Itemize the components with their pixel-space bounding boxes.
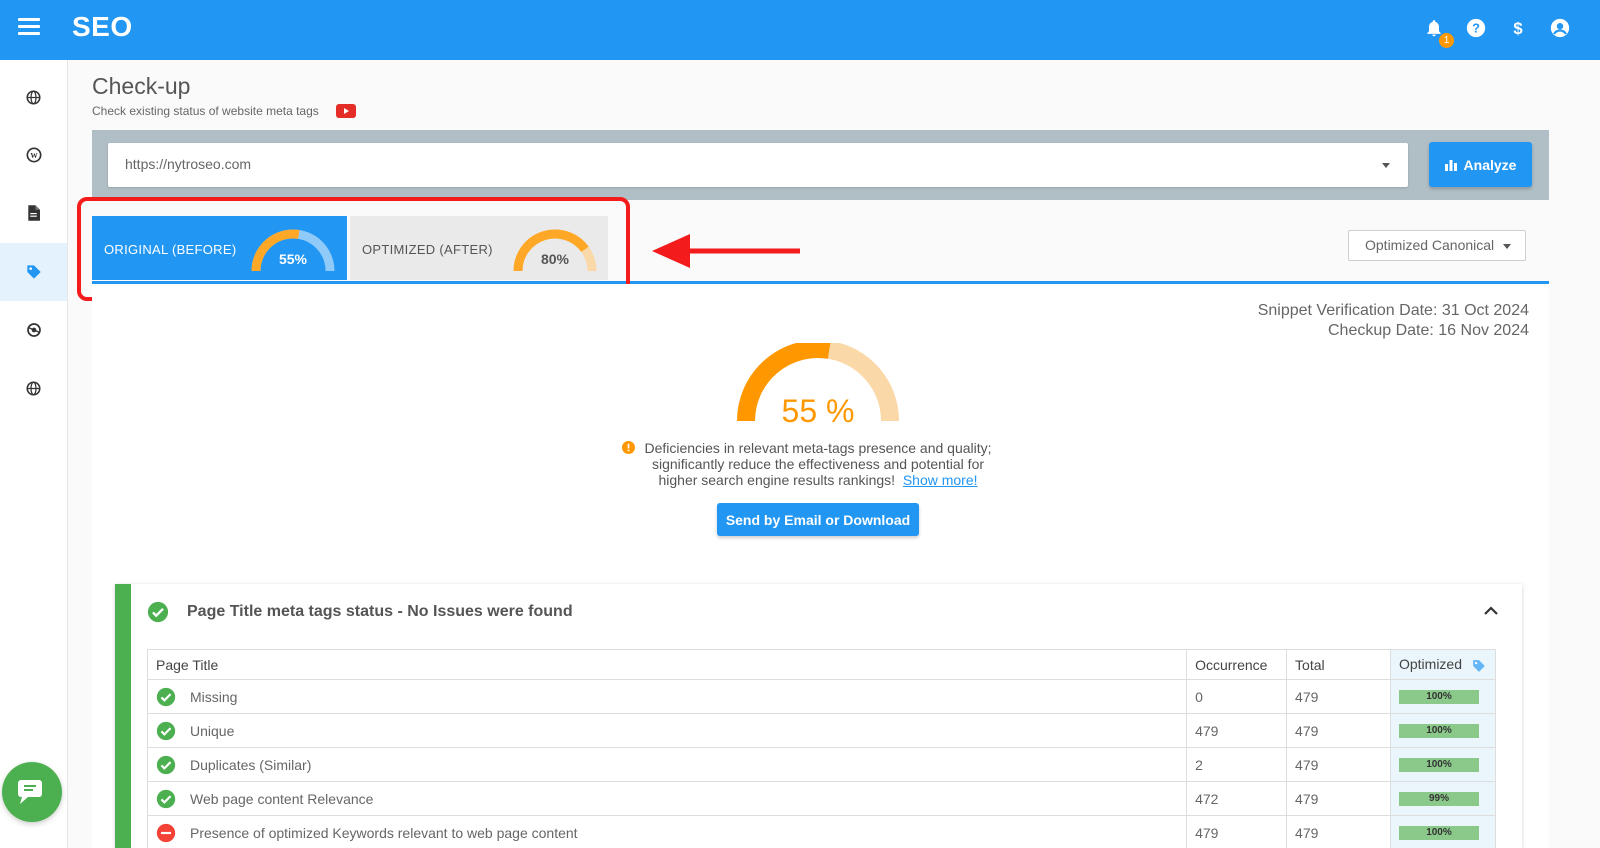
svg-text:W: W (30, 151, 38, 160)
chat-button[interactable] (2, 762, 62, 822)
row-name-cell: Presence of optimized Keywords relevant … (146, 815, 1188, 848)
wordpress-icon: W (26, 147, 41, 163)
bar-chart-icon (1444, 159, 1457, 171)
optimized-bar: 99% (1398, 791, 1479, 806)
globe-icon (26, 89, 41, 105)
dropdown-caret-icon[interactable] (1503, 244, 1511, 249)
optimized-bar: 100% (1398, 757, 1479, 772)
optimized-bar: 100% (1398, 825, 1479, 840)
send-email-download-button[interactable]: Send by Email or Download (717, 503, 919, 536)
row-optimized-cell: 100% (1389, 747, 1497, 782)
row-name-cell: Duplicates (Similar) (146, 747, 1188, 782)
bell-icon[interactable]: 1 (1422, 16, 1454, 48)
row-name-cell: Web page content Relevance (146, 781, 1188, 816)
row-occurrence: 2 (1186, 747, 1288, 782)
chat-icon (18, 780, 42, 804)
row-optimized-cell: 100% (1389, 713, 1497, 748)
tag-icon (1473, 659, 1485, 672)
table-row: Web page content Relevance 472 479 99% (146, 781, 1497, 816)
page-subtitle: Check existing status of website meta ta… (92, 104, 319, 118)
table-row: Duplicates (Similar) 2 479 100% (146, 747, 1497, 782)
canonical-select-value: Optimized Canonical (1365, 237, 1495, 253)
app-title[interactable]: SEO (72, 11, 133, 43)
analyze-label: Analyze (1463, 156, 1517, 173)
snippet-date: Snippet Verification Date: 31 Oct 2024 (1257, 302, 1529, 319)
row-occurrence: 479 (1186, 815, 1288, 848)
sidebar-item-globe[interactable] (0, 68, 67, 126)
top-app-bar: SEO 1 ? $ (0, 0, 1600, 60)
row-optimized-cell: 99% (1389, 781, 1497, 816)
page-title: Check-up (92, 73, 191, 99)
document-icon (28, 205, 40, 221)
svg-text:?: ? (1472, 21, 1480, 36)
top-icons: 1 ? $ (1422, 16, 1572, 48)
world-icon (26, 380, 41, 396)
row-label: Missing (190, 688, 238, 705)
youtube-icon[interactable] (336, 104, 356, 118)
row-label: Presence of optimized Keywords relevant … (190, 824, 578, 841)
table-row: Presence of optimized Keywords relevant … (146, 815, 1497, 848)
row-total: 479 (1286, 747, 1391, 782)
page-title-table: Page Title Occurrence Total Optimized Mi… (146, 649, 1497, 848)
table-header-row: Page Title Occurrence Total Optimized (146, 649, 1497, 680)
row-occurrence: 479 (1186, 713, 1288, 748)
warning-icon (622, 441, 635, 454)
section-title: Page Title meta tags status - No Issues … (187, 603, 573, 620)
menu-icon[interactable] (18, 18, 40, 40)
url-select[interactable]: https://nytroseo.com (108, 143, 1408, 187)
tag-icon (26, 265, 41, 279)
sidebar: W (0, 60, 68, 848)
col-optimized: Optimized (1389, 649, 1497, 680)
show-more-link[interactable]: Show more! (903, 472, 978, 488)
col-optimized-label: Optimized (1398, 656, 1463, 673)
dropdown-caret-icon[interactable] (1382, 163, 1390, 168)
notification-badge: 1 (1439, 33, 1454, 48)
annotation-arrow-icon (652, 234, 800, 268)
col-occurrence: Occurrence (1186, 649, 1288, 680)
row-label: Duplicates (Similar) (190, 756, 312, 773)
row-total: 479 (1286, 713, 1391, 748)
dollar-icon[interactable]: $ (1506, 16, 1530, 40)
check-circle-icon (156, 721, 176, 740)
col-page-title: Page Title (146, 649, 1188, 680)
sidebar-item-tags[interactable] (0, 243, 67, 301)
sidebar-item-wordpress[interactable]: W (0, 126, 67, 184)
svg-text:$: $ (1513, 19, 1523, 38)
check-circle-icon (156, 755, 176, 774)
radar-icon (26, 323, 41, 337)
optimized-bar: 100% (1398, 723, 1479, 738)
table-row: Missing 0 479 100% (146, 679, 1497, 714)
row-total: 479 (1286, 781, 1391, 816)
search-panel: https://nytroseo.com Analyze (92, 130, 1549, 200)
row-optimized-cell: 100% (1389, 815, 1497, 848)
row-occurrence: 0 (1186, 679, 1288, 714)
row-name-cell: Unique (146, 713, 1188, 748)
check-circle-icon (147, 601, 169, 623)
warning-message: Deficiencies in relevant meta-tags prese… (640, 440, 996, 488)
row-total: 479 (1286, 815, 1391, 848)
error-circle-icon (156, 823, 176, 842)
check-circle-icon (156, 789, 176, 808)
canonical-select[interactable]: Optimized Canonical (1348, 230, 1526, 261)
sidebar-item-radar[interactable] (0, 301, 67, 359)
analyze-button[interactable]: Analyze (1429, 142, 1532, 187)
url-value: https://nytroseo.com (125, 156, 252, 172)
sidebar-item-document[interactable] (0, 184, 67, 242)
checkup-date: Checkup Date: 16 Nov 2024 (1327, 322, 1529, 339)
row-name-cell: Missing (146, 679, 1188, 714)
overall-score-value: 55 % (781, 393, 855, 429)
account-icon[interactable] (1548, 16, 1572, 40)
row-optimized-cell: 100% (1389, 679, 1497, 714)
chevron-up-icon[interactable] (1483, 604, 1499, 616)
row-total: 479 (1286, 679, 1391, 714)
check-circle-icon (156, 687, 176, 706)
sidebar-item-web[interactable] (0, 359, 67, 417)
row-occurrence: 472 (1186, 781, 1288, 816)
optimized-bar: 100% (1398, 689, 1479, 704)
row-label: Web page content Relevance (190, 790, 374, 807)
col-total: Total (1286, 649, 1391, 680)
row-label: Unique (190, 722, 235, 739)
table-row: Unique 479 479 100% (146, 713, 1497, 748)
help-icon[interactable]: ? (1464, 16, 1488, 40)
